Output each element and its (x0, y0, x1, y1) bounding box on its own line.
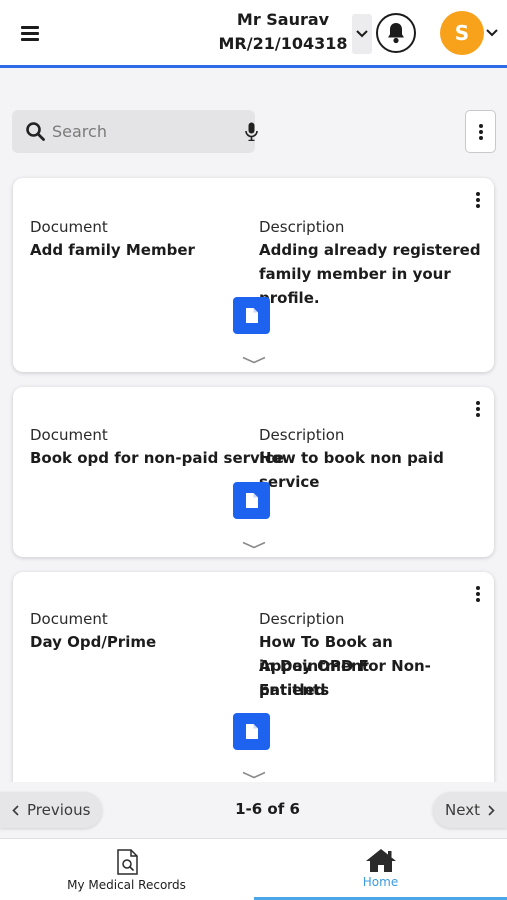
description-label: Description (259, 610, 345, 628)
description-line: patients (259, 681, 330, 699)
chevron-left-icon (12, 804, 19, 816)
document-value: Day Opd/Prime (30, 633, 157, 651)
more-vertical-icon[interactable] (476, 192, 480, 208)
more-vertical-icon[interactable] (476, 401, 480, 417)
avatar[interactable]: S (440, 11, 484, 55)
nav-records-label: My Medical Records (67, 878, 186, 892)
view-document-button[interactable] (233, 297, 270, 334)
document-card: Document Add family Member Description A… (13, 178, 494, 372)
home-icon (366, 849, 396, 872)
notifications-button[interactable] (376, 13, 416, 53)
view-document-button[interactable] (233, 482, 270, 519)
description-label: Description (259, 218, 345, 236)
view-document-button[interactable] (233, 713, 270, 750)
patient-id: MR/21/104318 (218, 34, 348, 53)
search-icon (26, 122, 45, 141)
search-input[interactable] (52, 110, 232, 153)
expand-chevron-icon[interactable] (242, 771, 266, 779)
document-value: Add family Member (30, 241, 195, 259)
more-vertical-icon[interactable] (476, 586, 480, 602)
document-label: Document (30, 426, 108, 444)
patient-switch-dropdown[interactable] (352, 14, 372, 54)
menu-icon[interactable] (21, 26, 39, 42)
expand-chevron-icon[interactable] (242, 356, 266, 364)
description-line: family member in your profile. (259, 265, 451, 307)
expand-chevron-icon[interactable] (242, 541, 266, 549)
previous-label: Previous (27, 801, 91, 819)
nav-home[interactable]: Home (254, 839, 507, 900)
chevron-down-icon (356, 30, 368, 38)
description-line: How to book non paid service (259, 449, 444, 491)
more-options-button[interactable] (465, 110, 496, 153)
more-vertical-icon (478, 123, 483, 140)
description-line: Adding already registered (259, 241, 481, 259)
chevron-down-icon[interactable] (486, 29, 498, 37)
document-icon (245, 724, 258, 739)
bottom-navigation: My Medical Records Home (0, 838, 507, 900)
document-icon (245, 308, 258, 323)
document-card: Document Day Opd/Prime Description How T… (13, 572, 494, 792)
next-label: Next (445, 801, 480, 819)
previous-button[interactable]: Previous (0, 792, 103, 828)
document-card: Document Book opd for non-paid service D… (13, 387, 494, 557)
patient-info: Mr Saurav MR/21/104318 (212, 9, 354, 57)
document-label: Document (30, 218, 108, 236)
document-label: Document (30, 610, 108, 628)
nav-home-label: Home (362, 875, 399, 889)
description-label: Description (259, 426, 345, 444)
nav-my-medical-records[interactable]: My Medical Records (0, 839, 253, 900)
pagination-bar: Previous 1-6 of 6 Next (0, 782, 507, 838)
next-button[interactable]: Next (433, 792, 507, 828)
medical-record-icon (117, 849, 138, 875)
document-value: Book opd for non-paid service (30, 449, 285, 467)
page-count: 1-6 of 6 (235, 800, 300, 818)
document-icon (245, 493, 258, 508)
patient-name: Mr Saurav (236, 10, 330, 29)
app-header: Mr Saurav MR/21/104318 S (0, 0, 507, 68)
microphone-icon[interactable] (245, 122, 258, 141)
search-bar (12, 110, 258, 153)
bell-icon (388, 23, 404, 44)
chevron-right-icon (488, 804, 495, 816)
